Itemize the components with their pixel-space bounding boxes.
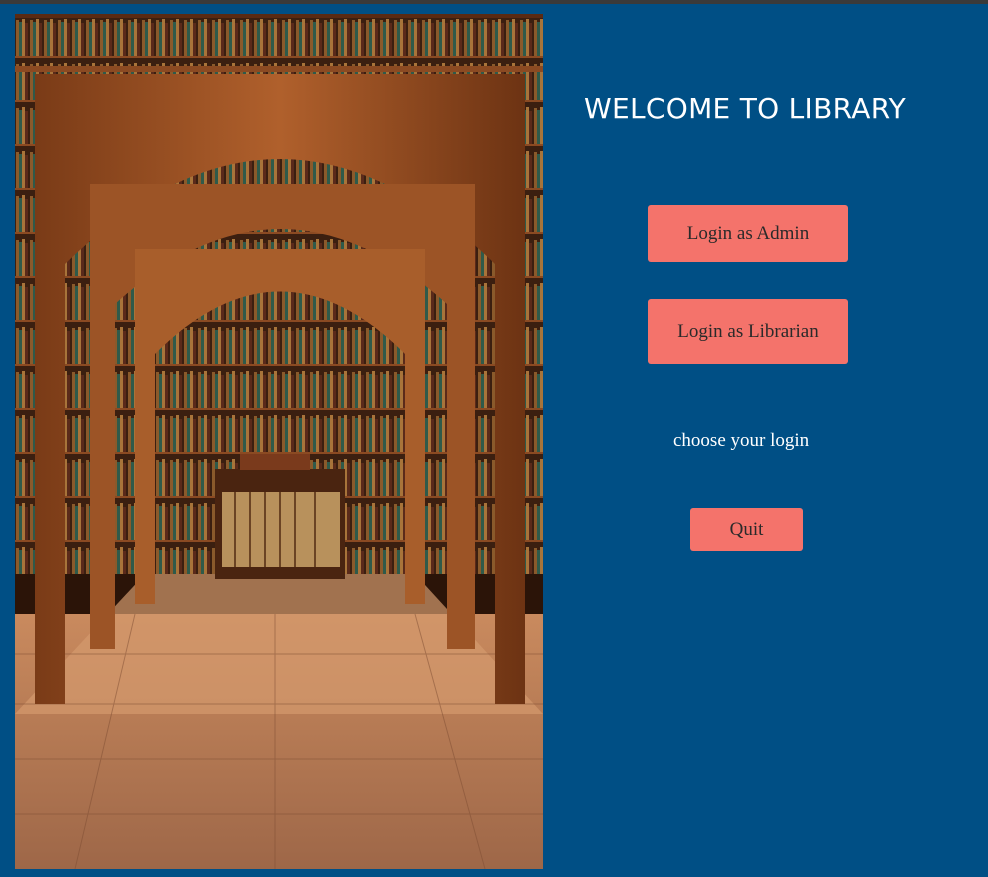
page-title: WELCOME TO LIBRARY (584, 92, 907, 125)
login-admin-button[interactable]: Login as Admin (648, 205, 848, 262)
login-librarian-button[interactable]: Login as Librarian (648, 299, 848, 364)
library-photo (15, 14, 543, 869)
quit-button[interactable]: Quit (690, 508, 803, 551)
window-top-border (0, 0, 988, 4)
login-hint-text: choose your login (673, 430, 810, 451)
